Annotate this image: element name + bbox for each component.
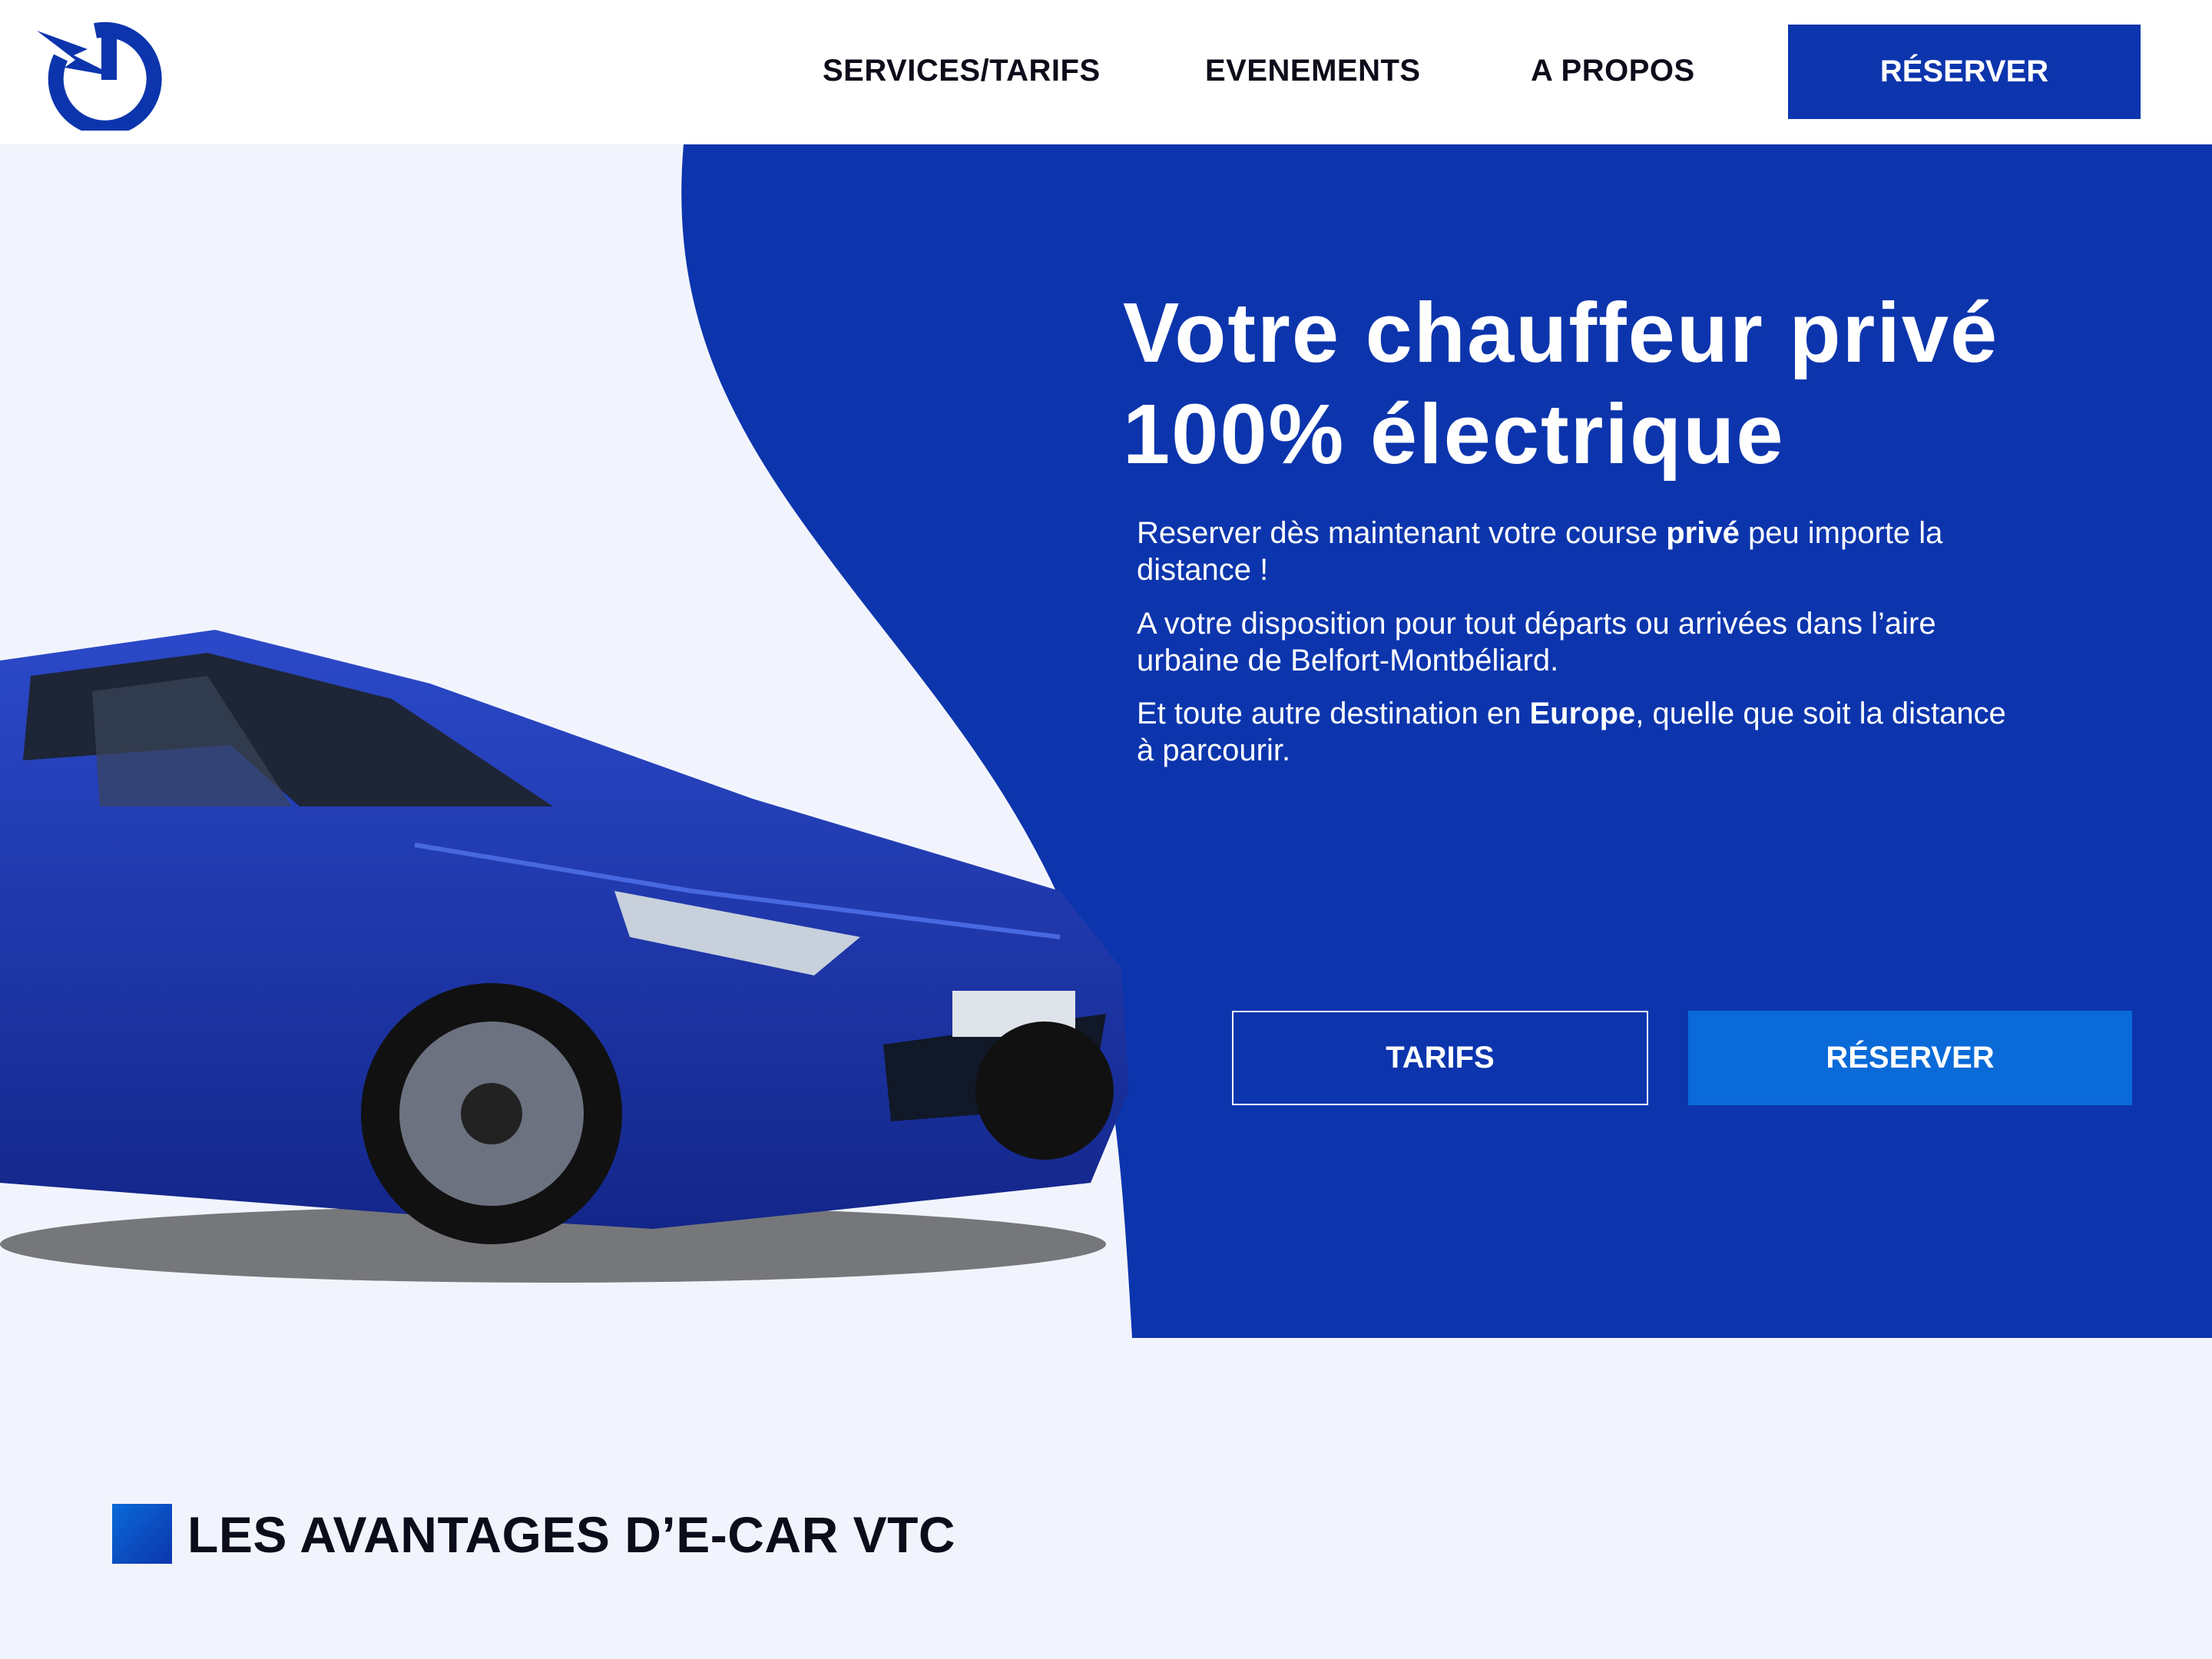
hero-title-line1: Votre chauffeur privé: [1123, 286, 1999, 380]
header-reserve-button[interactable]: RÉSERVER: [1788, 25, 2141, 119]
hero-paragraph-2: A votre disposition pour tout départs ou…: [1137, 607, 1936, 677]
hero-p1-text: Reserver dès maintenant votre course: [1137, 516, 1667, 550]
tarifs-button[interactable]: TARIFS: [1232, 1011, 1648, 1105]
section-title: LES AVANTAGES D’E-CAR VTC: [187, 1506, 956, 1563]
section-square-icon: [112, 1504, 172, 1564]
hero-p3-bold: Europe: [1529, 697, 1636, 730]
electric-car-image: [0, 630, 1129, 1283]
hero-title-line2: 100% électrique: [1123, 387, 1785, 482]
hero-paragraph-3: Et toute autre destination en Europe, qu…: [1137, 695, 2028, 769]
hero-title: Votre chauffeur privé 100% électrique: [1123, 283, 2121, 485]
hero-paragraph-1: Reserver dès maintenant votre course pri…: [1137, 515, 2028, 588]
hero-reserve-button[interactable]: RÉSERVER: [1688, 1011, 2132, 1105]
nav-services-tarifs[interactable]: SERVICES/TARIFS: [823, 54, 1101, 88]
hero-p3-text: Et toute autre destination en: [1137, 697, 1530, 730]
site-header: SERVICES/TARIFS EVENEMENTS A PROPOS RÉSE…: [0, 0, 2212, 144]
power-lightning-logo-icon[interactable]: [34, 15, 180, 131]
nav-evenements[interactable]: EVENEMENTS: [1205, 54, 1421, 88]
hero-p1-bold: privé: [1666, 516, 1740, 550]
nav-a-propos[interactable]: A PROPOS: [1531, 54, 1695, 88]
